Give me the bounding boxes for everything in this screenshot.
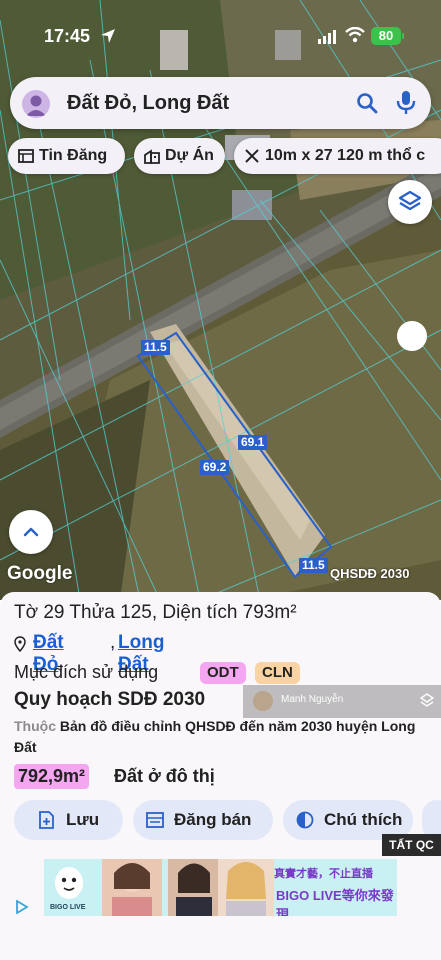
close-ads-button[interactable]: TẤT QC bbox=[382, 834, 441, 856]
chip-projects[interactable]: Dự Án bbox=[134, 138, 225, 174]
avatar[interactable] bbox=[22, 90, 50, 118]
ad-banner[interactable]: BIGO LIVE 真實才藝，不止直播 BIGO LIVE等你來發現 bbox=[44, 859, 397, 916]
user-icon bbox=[26, 95, 46, 116]
chip-listings-label: Tin Đăng bbox=[39, 147, 108, 164]
google-attribution: Google bbox=[7, 563, 73, 584]
dimension-top-label: 11.5 bbox=[141, 340, 170, 355]
list-icon bbox=[18, 149, 34, 163]
area-value-badge: 792,9m² bbox=[14, 764, 90, 789]
layers-icon bbox=[420, 693, 434, 707]
battery-level: 80 bbox=[371, 27, 401, 45]
save-button-label: Lưu bbox=[66, 810, 100, 829]
search-query[interactable]: Đất Đỏ, Long Đất bbox=[67, 92, 229, 115]
chip-listings[interactable]: Tin Đăng bbox=[8, 138, 125, 174]
save-icon bbox=[39, 811, 54, 829]
location-arrow-icon bbox=[101, 29, 115, 43]
expand-sheet-button[interactable] bbox=[9, 510, 53, 554]
cellular-signal-icon bbox=[318, 30, 336, 44]
ad-choices-icon[interactable] bbox=[15, 900, 29, 914]
ad-photo-1 bbox=[102, 859, 162, 916]
land-use-badge-odt: ODT bbox=[200, 662, 246, 684]
dimension-right-label: 69.1 bbox=[238, 435, 268, 450]
post-for-sale-label: Đăng bán bbox=[174, 810, 252, 829]
chip-measure-label: 10m x 27 120 m thổ c bbox=[265, 147, 426, 164]
chevron-up-icon bbox=[23, 527, 39, 537]
plan-prefix: Thuộc bbox=[14, 718, 56, 734]
parcel-title: Tờ 29 Thửa 125, Diện tích 793m² bbox=[14, 602, 297, 623]
dimension-bottom-label: 11.5 bbox=[299, 558, 328, 573]
listing-icon bbox=[146, 812, 164, 828]
status-time: 17:45 bbox=[44, 26, 91, 46]
user-watermark-overlay: Manh Nguyễn bbox=[243, 685, 441, 718]
ad-slogan: 真實才藝，不止直播 bbox=[274, 868, 373, 880]
map-marker-dot[interactable] bbox=[397, 321, 427, 351]
plan-layer-label: QHSDĐ 2030 bbox=[330, 566, 410, 581]
bigo-mascot-icon bbox=[55, 867, 83, 899]
ad-brand: BIGO LIVE等你來發現 bbox=[276, 888, 394, 916]
wifi-icon bbox=[345, 27, 365, 43]
address-separator: , bbox=[110, 632, 116, 653]
layers-button[interactable] bbox=[388, 180, 432, 224]
search-icon[interactable] bbox=[355, 91, 379, 115]
ad-brand-small: BIGO LIVE bbox=[50, 904, 86, 911]
post-for-sale-button[interactable]: Đăng bán bbox=[133, 800, 273, 840]
land-use-badge-cln: CLN bbox=[255, 662, 300, 684]
status-bar: 17:45 80 bbox=[0, 0, 441, 70]
chip-measure[interactable]: 10m x 27 120 m thổ c bbox=[234, 138, 441, 174]
map-pin-icon bbox=[14, 636, 26, 652]
overlay-user-name: Manh Nguyễn bbox=[281, 694, 344, 705]
plan-heading: Quy hoạch SDĐ 2030 bbox=[14, 689, 206, 710]
parcel-info-sheet: Tờ 29 Thửa 125, Diện tích 793m² Đất Đỏ ,… bbox=[0, 592, 441, 960]
layers-icon bbox=[398, 190, 422, 211]
plan-description-text: Bản đồ điều chỉnh QHSDĐ đến năm 2030 huy… bbox=[14, 718, 416, 755]
overlay-avatar bbox=[253, 691, 273, 711]
search-bar[interactable]: Đất Đỏ, Long Đất bbox=[10, 77, 431, 129]
ad-photo-3 bbox=[218, 859, 274, 916]
land-use-purpose-label: Mục đích sử dụng bbox=[14, 662, 159, 682]
building-icon bbox=[144, 149, 160, 164]
chip-projects-label: Dự Án bbox=[165, 147, 214, 164]
plan-description: Thuộc Bản đồ điều chỉnh QHSDĐ đến năm 20… bbox=[14, 716, 434, 758]
ruler-icon bbox=[245, 149, 259, 163]
battery-tip bbox=[402, 33, 404, 39]
area-land-type: Đất ở đô thị bbox=[114, 766, 215, 786]
save-button[interactable]: Lưu bbox=[14, 800, 123, 840]
microphone-icon[interactable] bbox=[396, 90, 416, 116]
dimension-left-label: 69.2 bbox=[200, 460, 230, 475]
legend-icon bbox=[296, 811, 314, 829]
ad-photo-2 bbox=[168, 859, 220, 916]
